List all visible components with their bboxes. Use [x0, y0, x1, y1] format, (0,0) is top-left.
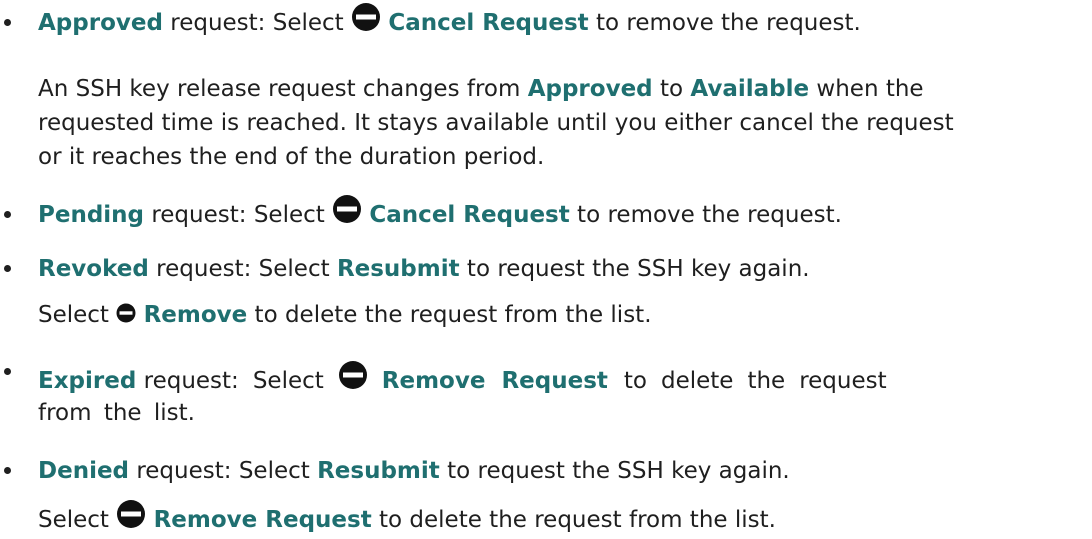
minus-circle-icon [116, 499, 146, 529]
revoked-remove-line: Select Remove to delete the request from… [38, 302, 652, 328]
help-document: Approved request: Select Cancel Request … [0, 0, 1092, 539]
bullet [4, 19, 11, 26]
denied-remove-line: Select Remove Request to delete the requ… [38, 499, 776, 536]
list-item-pending: Pending request: Select Cancel Request t… [38, 194, 842, 231]
remove-command: Remove [143, 302, 248, 328]
status-pending: Pending [38, 202, 145, 228]
expired-line-2: from the list. [38, 400, 195, 426]
list-item-revoked: Revoked request: Select Resubmit to requ… [38, 256, 810, 282]
status-approved: Approved [38, 10, 163, 36]
resubmit-command: Resubmit [317, 458, 440, 484]
minus-circle-icon [332, 194, 362, 224]
bullet [4, 265, 11, 272]
remove-request-command: Remove Request [381, 368, 608, 394]
bullet [4, 368, 11, 375]
note-line-2: requested time is reached. It stays avai… [38, 110, 954, 136]
cancel-request-command: Cancel Request [369, 202, 570, 228]
status-denied: Denied [38, 458, 130, 484]
note-line-3: or it reaches the end of the duration pe… [38, 144, 545, 170]
list-item-expired: Expired request: Select Remove Request to de… [38, 360, 887, 397]
minus-circle-icon [116, 303, 136, 323]
minus-circle-icon [338, 360, 368, 390]
remove-request-command: Remove Request [153, 507, 372, 533]
cancel-request-command: Cancel Request [388, 10, 589, 36]
resubmit-command: Resubmit [336, 256, 460, 282]
status-revoked: Revoked [38, 256, 149, 282]
bullet [4, 211, 11, 218]
list-item-denied: Denied request: Select Resubmit to reque… [38, 458, 790, 484]
note-line-1: An SSH key release request changes from … [38, 76, 924, 102]
list-item-approved: Approved request: Select Cancel Request … [38, 2, 861, 39]
minus-circle-icon [351, 2, 381, 32]
bullet [4, 467, 11, 474]
status-expired: Expired [38, 368, 137, 394]
